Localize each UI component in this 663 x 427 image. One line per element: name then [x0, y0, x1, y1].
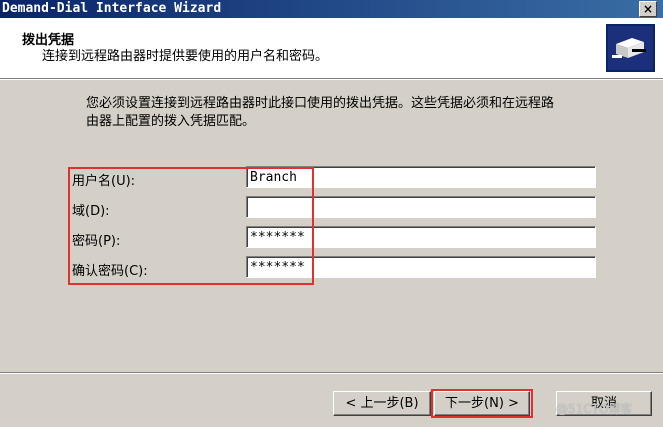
close-icon: ×: [642, 2, 654, 16]
next-button[interactable]: 下一步(N) >: [434, 391, 530, 416]
footer-separator: [0, 372, 663, 374]
back-button[interactable]: < 上一步(B): [333, 391, 431, 416]
close-button[interactable]: ×: [639, 1, 657, 17]
password-label: 密码(P):: [72, 234, 121, 249]
password-input[interactable]: [246, 226, 596, 248]
header-separator: [0, 78, 663, 80]
domain-label: 域(D):: [72, 204, 110, 219]
demand-dial-wizard-icon: [606, 24, 655, 72]
confirm-password-input[interactable]: [246, 256, 596, 278]
instructions-text: 您必须设置连接到远程路由器时此接口使用的拨出凭据。这些凭据必须和在远程路 由器上…: [86, 96, 555, 129]
username-label: 用户名(U):: [72, 174, 136, 189]
confirm-password-label: 确认密码(C):: [72, 264, 148, 279]
domain-input[interactable]: [246, 196, 596, 218]
wizard-header: 拨出凭据 连接到远程路由器时提供要使用的用户名和密码。: [0, 18, 663, 78]
watermark-text: @51CTO博客: [556, 402, 633, 416]
window-title: Demand-Dial Interface Wizard: [2, 1, 222, 16]
title-bar: Demand-Dial Interface Wizard ×: [0, 0, 663, 18]
page-subtitle: 连接到远程路由器时提供要使用的用户名和密码。: [42, 49, 329, 64]
username-input[interactable]: [246, 166, 596, 188]
